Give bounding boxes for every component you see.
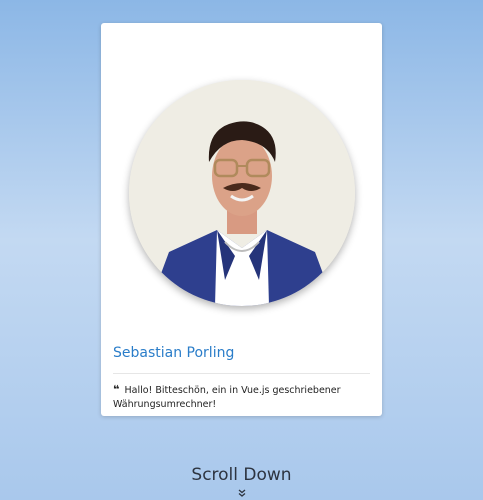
profile-card: Sebastian Porling ❝ Hallo! Bitteschön, e…	[101, 23, 382, 416]
profile-avatar	[129, 80, 355, 306]
quote-text: Hallo! Bitteschön, ein in Vue.js geschri…	[113, 385, 341, 410]
profile-name[interactable]: Sebastian Porling	[113, 345, 234, 361]
card-divider	[113, 373, 370, 374]
profile-quote: ❝ Hallo! Bitteschön, ein in Vue.js gesch…	[113, 383, 363, 412]
double-chevron-down-icon[interactable]	[0, 489, 483, 499]
scroll-down-label[interactable]: Scroll Down	[0, 465, 483, 485]
quote-left-icon: ❝	[113, 383, 120, 396]
profile-photo	[129, 80, 355, 306]
